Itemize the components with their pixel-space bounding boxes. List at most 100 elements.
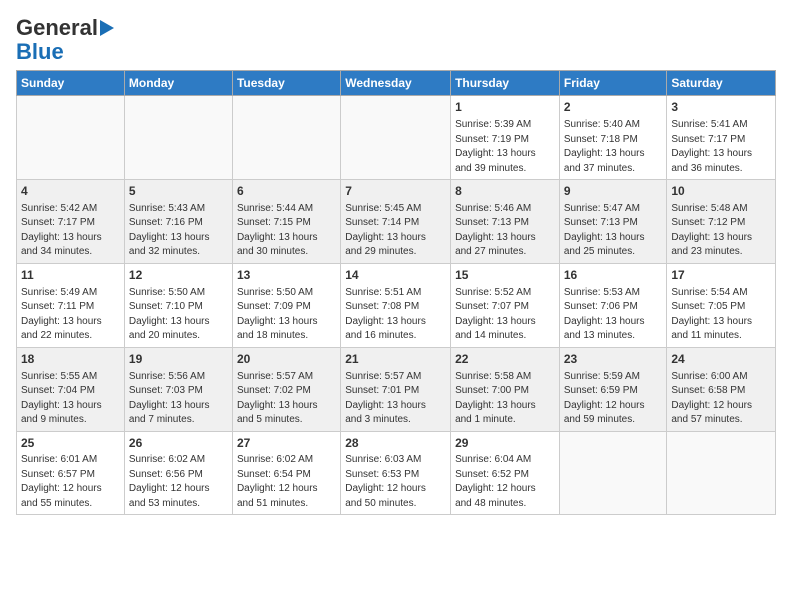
- cell-text: Sunrise: 5:58 AM Sunset: 7:00 PM Dayligh…: [455, 370, 555, 428]
- calendar-cell: 29Sunrise: 6:04 AM Sunset: 6:52 PM Dayli…: [451, 431, 560, 515]
- calendar-cell: 23 Sunrise: 5:59 AM Sunset: 6:59 PM Dayli…: [559, 347, 667, 431]
- cell-text: Sunrise: 5:50 AM Sunset: 7:09 PM Dayligh…: [237, 286, 336, 344]
- day-number: 8: [455, 183, 555, 200]
- cell-text: Sunrise: 5:41 AM Sunset: 7:17 PM Dayligh…: [671, 118, 771, 176]
- day-number: 6: [237, 183, 336, 200]
- calendar-header-row: SundayMondayTuesdayWednesdayThursdayFrid…: [17, 71, 776, 96]
- day-number: 20: [237, 351, 336, 368]
- calendar-cell: 4 Sunrise: 5:42 AM Sunset: 7:17 PM Daylig…: [17, 180, 125, 264]
- day-number: 22: [455, 351, 555, 368]
- col-header-tuesday: Tuesday: [232, 71, 340, 96]
- day-number: 3: [671, 99, 771, 116]
- calendar-cell: 10 Sunrise: 5:48 AM Sunset: 7:12 PM Dayli…: [667, 180, 776, 264]
- day-number: 10: [671, 183, 771, 200]
- calendar-cell: 27Sunrise: 6:02 AM Sunset: 6:54 PM Dayli…: [232, 431, 340, 515]
- cell-text: Sunrise: 5:45 AM Sunset: 7:14 PM Dayligh…: [345, 202, 446, 260]
- calendar-cell: 20Sunrise: 5:57 AM Sunset: 7:02 PM Dayli…: [232, 347, 340, 431]
- cell-text: Sunrise: 5:59 AM Sunset: 6:59 PM Dayligh…: [564, 370, 663, 428]
- cell-text: Sunrise: 5:48 AM Sunset: 7:12 PM Dayligh…: [671, 202, 771, 260]
- calendar-cell: 18 Sunrise: 5:55 AM Sunset: 7:04 PM Dayli…: [17, 347, 125, 431]
- cell-text: Sunrise: 5:57 AM Sunset: 7:01 PM Dayligh…: [345, 370, 446, 428]
- calendar-cell: 22 Sunrise: 5:58 AM Sunset: 7:00 PM Dayli…: [451, 347, 560, 431]
- cell-text: Sunrise: 5:47 AM Sunset: 7:13 PM Dayligh…: [564, 202, 663, 260]
- cell-text: Sunrise: 6:02 AM Sunset: 6:54 PM Dayligh…: [237, 453, 336, 511]
- calendar-cell: 15 Sunrise: 5:52 AM Sunset: 7:07 PM Dayli…: [451, 263, 560, 347]
- calendar-cell: 19Sunrise: 5:56 AM Sunset: 7:03 PM Dayli…: [124, 347, 232, 431]
- cell-text: Sunrise: 5:42 AM Sunset: 7:17 PM Dayligh…: [21, 202, 120, 260]
- day-number: 11: [21, 267, 120, 284]
- calendar-week-row: 18 Sunrise: 5:55 AM Sunset: 7:04 PM Dayli…: [17, 347, 776, 431]
- calendar-cell: 25Sunrise: 6:01 AM Sunset: 6:57 PM Dayli…: [17, 431, 125, 515]
- day-number: 1: [455, 99, 555, 116]
- day-number: 15: [455, 267, 555, 284]
- day-number: 16: [564, 267, 663, 284]
- cell-text: Sunrise: 6:02 AM Sunset: 6:56 PM Dayligh…: [129, 453, 228, 511]
- day-number: 12: [129, 267, 228, 284]
- calendar-table: SundayMondayTuesdayWednesdayThursdayFrid…: [16, 70, 776, 515]
- day-number: 28: [345, 435, 446, 452]
- logo-arrow-icon: [100, 20, 114, 36]
- day-number: 23: [564, 351, 663, 368]
- cell-text: Sunrise: 6:00 AM Sunset: 6:58 PM Dayligh…: [671, 370, 771, 428]
- col-header-wednesday: Wednesday: [341, 71, 451, 96]
- calendar-cell: [124, 96, 232, 180]
- day-number: 27: [237, 435, 336, 452]
- cell-text: Sunrise: 6:01 AM Sunset: 6:57 PM Dayligh…: [21, 453, 120, 511]
- calendar-cell: 3 Sunrise: 5:41 AM Sunset: 7:17 PM Daylig…: [667, 96, 776, 180]
- cell-text: Sunrise: 5:39 AM Sunset: 7:19 PM Dayligh…: [455, 118, 555, 176]
- calendar-week-row: 11 Sunrise: 5:49 AM Sunset: 7:11 PM Dayli…: [17, 263, 776, 347]
- day-number: 13: [237, 267, 336, 284]
- day-number: 25: [21, 435, 120, 452]
- calendar-cell: 11 Sunrise: 5:49 AM Sunset: 7:11 PM Dayli…: [17, 263, 125, 347]
- col-header-thursday: Thursday: [451, 71, 560, 96]
- cell-text: Sunrise: 5:50 AM Sunset: 7:10 PM Dayligh…: [129, 286, 228, 344]
- cell-text: Sunrise: 5:46 AM Sunset: 7:13 PM Dayligh…: [455, 202, 555, 260]
- logo-blue: Blue: [16, 40, 64, 64]
- calendar-cell: 17 Sunrise: 5:54 AM Sunset: 7:05 PM Dayli…: [667, 263, 776, 347]
- col-header-monday: Monday: [124, 71, 232, 96]
- day-number: 24: [671, 351, 771, 368]
- logo-general: General: [16, 16, 98, 40]
- col-header-saturday: Saturday: [667, 71, 776, 96]
- cell-text: Sunrise: 5:43 AM Sunset: 7:16 PM Dayligh…: [129, 202, 228, 260]
- col-header-sunday: Sunday: [17, 71, 125, 96]
- calendar-cell: 8 Sunrise: 5:46 AM Sunset: 7:13 PM Daylig…: [451, 180, 560, 264]
- cell-text: Sunrise: 5:40 AM Sunset: 7:18 PM Dayligh…: [564, 118, 663, 176]
- calendar-week-row: 1 Sunrise: 5:39 AM Sunset: 7:19 PM Daylig…: [17, 96, 776, 180]
- calendar-cell: 6Sunrise: 5:44 AM Sunset: 7:15 PM Daylig…: [232, 180, 340, 264]
- calendar-cell: 12 Sunrise: 5:50 AM Sunset: 7:10 PM Dayli…: [124, 263, 232, 347]
- day-number: 26: [129, 435, 228, 452]
- calendar-cell: 5 Sunrise: 5:43 AM Sunset: 7:16 PM Daylig…: [124, 180, 232, 264]
- day-number: 2: [564, 99, 663, 116]
- cell-text: Sunrise: 5:55 AM Sunset: 7:04 PM Dayligh…: [21, 370, 120, 428]
- cell-text: Sunrise: 5:52 AM Sunset: 7:07 PM Dayligh…: [455, 286, 555, 344]
- day-number: 21: [345, 351, 446, 368]
- day-number: 18: [21, 351, 120, 368]
- calendar-cell: 28Sunrise: 6:03 AM Sunset: 6:53 PM Dayli…: [341, 431, 451, 515]
- cell-text: Sunrise: 5:51 AM Sunset: 7:08 PM Dayligh…: [345, 286, 446, 344]
- cell-text: Sunrise: 5:54 AM Sunset: 7:05 PM Dayligh…: [671, 286, 771, 344]
- calendar-cell: 7Sunrise: 5:45 AM Sunset: 7:14 PM Daylig…: [341, 180, 451, 264]
- calendar-cell: 1 Sunrise: 5:39 AM Sunset: 7:19 PM Daylig…: [451, 96, 560, 180]
- calendar-cell: [667, 431, 776, 515]
- calendar-cell: 2 Sunrise: 5:40 AM Sunset: 7:18 PM Daylig…: [559, 96, 667, 180]
- col-header-friday: Friday: [559, 71, 667, 96]
- cell-text: Sunrise: 5:53 AM Sunset: 7:06 PM Dayligh…: [564, 286, 663, 344]
- day-number: 14: [345, 267, 446, 284]
- day-number: 19: [129, 351, 228, 368]
- calendar-cell: 14 Sunrise: 5:51 AM Sunset: 7:08 PM Dayli…: [341, 263, 451, 347]
- calendar-cell: [232, 96, 340, 180]
- day-number: 5: [129, 183, 228, 200]
- calendar-cell: 26Sunrise: 6:02 AM Sunset: 6:56 PM Dayli…: [124, 431, 232, 515]
- cell-text: Sunrise: 5:49 AM Sunset: 7:11 PM Dayligh…: [21, 286, 120, 344]
- logo: General Blue: [16, 16, 114, 64]
- day-number: 4: [21, 183, 120, 200]
- calendar-cell: [341, 96, 451, 180]
- day-number: 17: [671, 267, 771, 284]
- calendar-week-row: 4 Sunrise: 5:42 AM Sunset: 7:17 PM Daylig…: [17, 180, 776, 264]
- day-number: 9: [564, 183, 663, 200]
- day-number: 29: [455, 435, 555, 452]
- calendar-cell: [17, 96, 125, 180]
- cell-text: Sunrise: 6:03 AM Sunset: 6:53 PM Dayligh…: [345, 453, 446, 511]
- cell-text: Sunrise: 6:04 AM Sunset: 6:52 PM Dayligh…: [455, 453, 555, 511]
